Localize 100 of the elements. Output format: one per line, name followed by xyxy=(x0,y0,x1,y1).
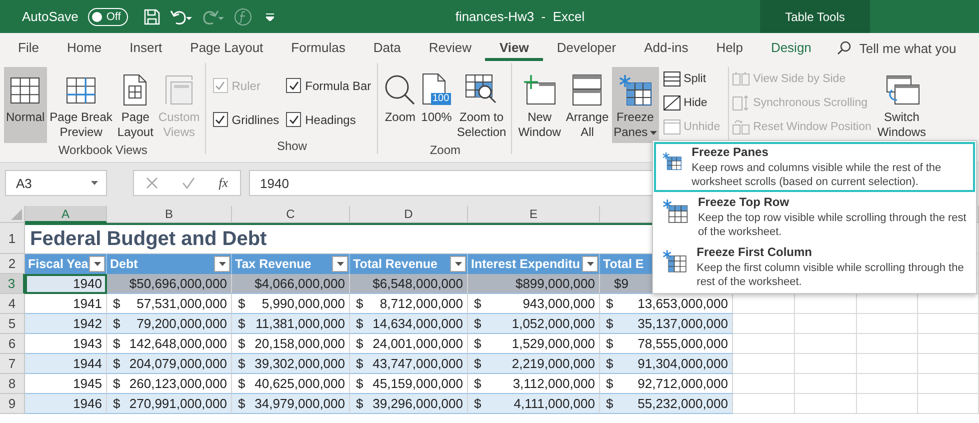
row-header[interactable]: 9 xyxy=(0,394,25,414)
freeze-panes-icon xyxy=(618,74,652,106)
row-header[interactable]: 2 xyxy=(0,254,25,274)
empty-cell[interactable] xyxy=(857,354,918,374)
insert-function-button[interactable]: fx xyxy=(218,175,228,191)
table-cell: $ 8,712,000,000 xyxy=(350,294,468,314)
table-cell: $ 5,990,000,000 xyxy=(232,294,350,314)
row-header[interactable]: 4 xyxy=(0,294,25,314)
table-cell: $ 270,991,000,000 xyxy=(107,394,232,414)
table-cell: $ 55,232,000,000 xyxy=(600,394,733,414)
table-cell: $ 57,531,000,000 xyxy=(107,294,232,314)
caret-icon xyxy=(454,262,462,266)
empty-cell[interactable] xyxy=(857,394,918,414)
page-icon xyxy=(123,74,148,106)
caret-icon xyxy=(94,262,100,266)
empty-cell[interactable] xyxy=(795,334,857,354)
empty-cell[interactable] xyxy=(795,394,857,414)
empty-cell[interactable] xyxy=(795,374,857,394)
empty-cell[interactable] xyxy=(918,394,979,414)
ribbon-tab[interactable]: Home xyxy=(52,33,116,61)
autosave-toggle[interactable]: Off xyxy=(88,8,128,26)
empty-cell[interactable] xyxy=(857,374,918,394)
ribbon-button[interactable]: Normal xyxy=(4,67,47,143)
filter-button[interactable] xyxy=(89,256,105,272)
window-title: finances-Hw3 - Excel xyxy=(454,9,586,24)
ribbon-tab[interactable]: Developer xyxy=(542,33,630,61)
table-cell: $ 1,052,000,000 xyxy=(468,314,600,334)
column-header[interactable]: A xyxy=(25,206,107,223)
empty-cell[interactable] xyxy=(918,374,979,394)
column-header[interactable]: E xyxy=(468,206,600,223)
filter-button[interactable] xyxy=(450,256,466,272)
empty-cell[interactable] xyxy=(918,354,979,374)
customize-icon xyxy=(266,12,274,20)
split-icon xyxy=(662,71,681,87)
row-header[interactable]: 1 xyxy=(0,223,25,254)
checkbox[interactable]: Headings xyxy=(286,112,372,128)
column-header[interactable]: D xyxy=(350,206,468,223)
empty-cell[interactable] xyxy=(918,334,979,354)
ribbon-button[interactable]: Zoom xyxy=(382,67,418,143)
table-cell: $ 39,296,000,000 xyxy=(350,394,468,414)
row-header[interactable]: 6 xyxy=(0,334,25,354)
ribbon-button[interactable]: Zoom to Selection xyxy=(454,67,508,143)
ribbon-button[interactable]: 100 100% xyxy=(419,67,454,143)
ribbon-tab[interactable]: Design xyxy=(756,33,826,61)
context-tab-label: Table Tools xyxy=(760,0,870,33)
column-header[interactable]: B xyxy=(107,206,232,223)
table-cell: 1942 xyxy=(25,314,107,334)
ribbon-button[interactable]: Split xyxy=(662,69,720,89)
checkbox[interactable]: Gridlines xyxy=(212,112,280,128)
reset-window-icon xyxy=(732,119,750,135)
row-header[interactable]: 7 xyxy=(0,354,25,374)
ribbon-button[interactable]: Hide xyxy=(662,93,720,113)
ribbon-tab[interactable]: Review xyxy=(414,33,486,61)
window-icon xyxy=(164,74,194,106)
checkbox[interactable]: Formula Bar xyxy=(286,78,372,94)
ribbon-button[interactable]: Arrange All xyxy=(564,67,611,143)
menu-item[interactable]: Freeze Panes Keep rows and columns visible while the rest of the worksheet scrolls (based on current selection). xyxy=(654,142,975,192)
column-header[interactable]: C xyxy=(232,206,350,223)
table-cell: $ 20,158,000,000 xyxy=(232,334,350,354)
empty-cell[interactable] xyxy=(918,314,979,334)
empty-cell[interactable] xyxy=(795,354,857,374)
ribbon-tab[interactable]: File xyxy=(4,33,53,61)
row-header[interactable]: 5 xyxy=(0,314,25,334)
ribbon-tab[interactable]: Help xyxy=(702,33,757,61)
ribbon-button[interactable]: New Window xyxy=(516,67,563,143)
empty-cell[interactable] xyxy=(795,314,857,334)
filter-button[interactable] xyxy=(214,256,230,272)
column-title: Interest Expenditu xyxy=(468,254,600,274)
column-title: Total Revenue xyxy=(350,254,468,274)
table-cell: $ 260,123,000,000 xyxy=(107,374,232,394)
row-header[interactable]: 8 xyxy=(0,374,25,394)
group-label: Show xyxy=(276,138,307,154)
search-field[interactable]: Tell me what you xyxy=(859,40,956,56)
cancel-icon xyxy=(146,177,158,189)
name-box[interactable]: A3 xyxy=(5,170,107,196)
column-title: Debt xyxy=(107,254,232,274)
ribbon-tab[interactable]: Insert xyxy=(116,33,176,61)
row-header[interactable]: 3 xyxy=(0,274,25,294)
empty-cell[interactable] xyxy=(857,314,918,334)
ribbon-button[interactable]: Freeze Panes xyxy=(612,67,659,143)
switch-windows-icon xyxy=(884,74,920,106)
table-cell: $ 1,529,000,000 xyxy=(468,334,600,354)
select-all-corner[interactable] xyxy=(0,206,25,223)
ribbon-tab[interactable]: Data xyxy=(359,33,415,61)
group-label: Zoom xyxy=(430,143,461,157)
ribbon-tab[interactable]: Formulas xyxy=(277,33,360,61)
ribbon-tab[interactable]: Add-ins xyxy=(630,33,702,61)
ribbon-button[interactable]: Page Break Preview xyxy=(48,67,114,143)
filter-button[interactable] xyxy=(332,256,348,272)
table-cell: $ 79,200,000,000 xyxy=(107,314,232,334)
enter-icon xyxy=(182,177,195,189)
empty-cell[interactable] xyxy=(857,334,918,354)
ribbon-tab[interactable]: Page Layout xyxy=(176,33,278,61)
table-cell: $ 11,381,000,000 xyxy=(232,314,350,334)
triangle-icon xyxy=(11,209,22,220)
filter-button[interactable] xyxy=(582,256,598,272)
table-cell: $ 3,112,000,000 xyxy=(468,374,600,394)
function-icon xyxy=(234,8,252,26)
unhide-icon xyxy=(662,119,681,135)
ribbon-button[interactable]: Page Layout xyxy=(115,67,156,143)
